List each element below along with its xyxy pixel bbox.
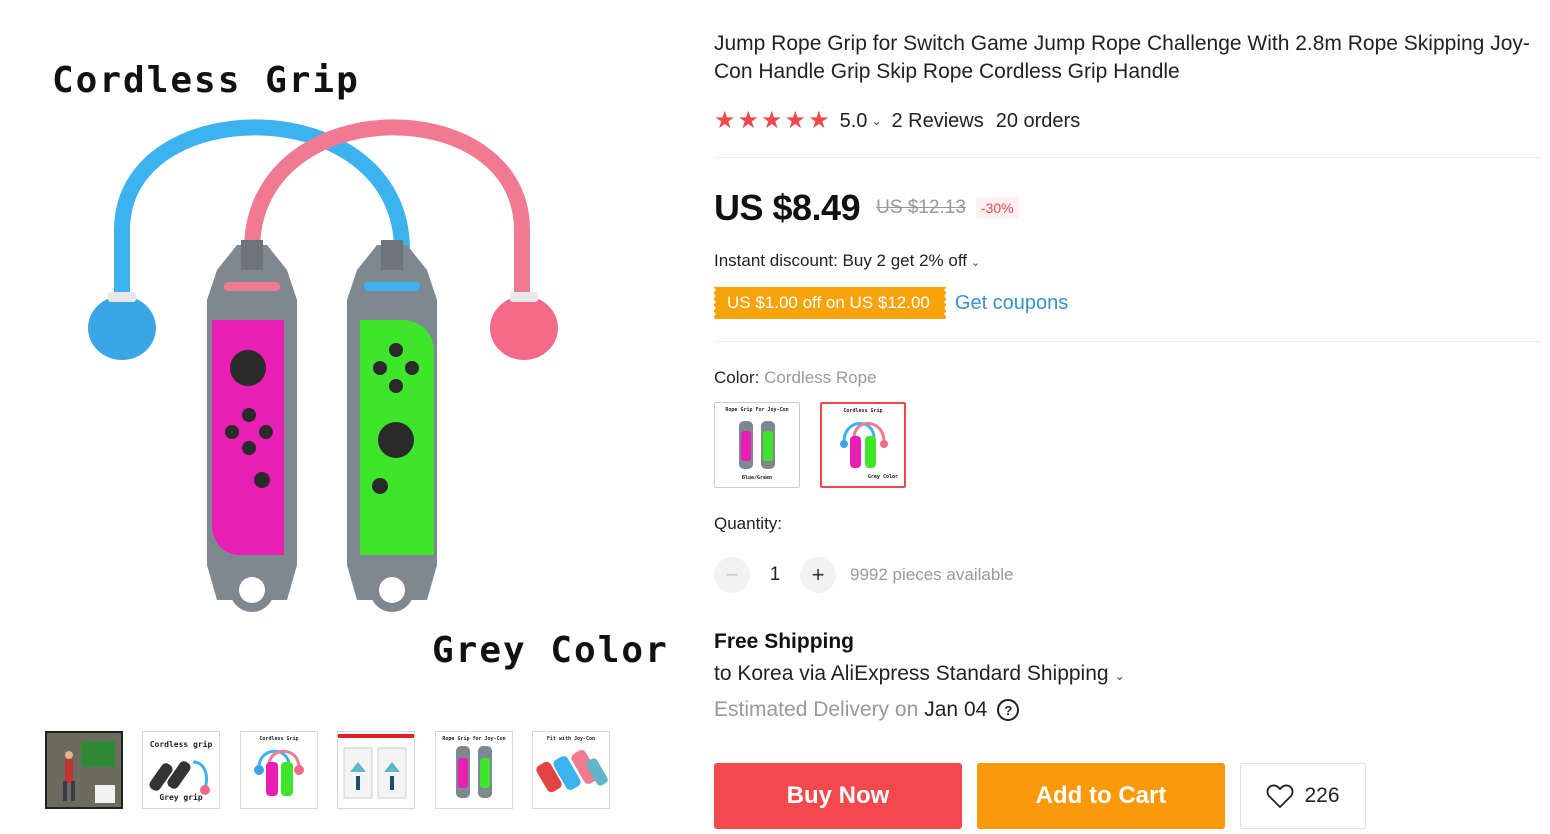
star-icon: ★ <box>714 107 736 134</box>
thumbnail-2-caption-bottom: Grey grip <box>159 793 203 802</box>
chevron-down-icon: ⌄ <box>1114 669 1125 683</box>
color-label-text: Color: <box>714 368 760 387</box>
delivery-label: Estimated Delivery on <box>714 698 919 721</box>
image-bottom-text: Grey Color <box>432 630 669 671</box>
quantity-decrease-button[interactable]: − <box>714 557 750 593</box>
discount-badge: -30% <box>975 197 1019 219</box>
current-price: US $8.49 <box>714 187 861 228</box>
rating-value[interactable]: 5.0 <box>840 110 868 133</box>
wishlist-button[interactable]: 226 <box>1240 763 1366 829</box>
star-icon: ★ <box>784 107 807 134</box>
instant-discount-text: Instant discount: Buy 2 get 2% off <box>714 251 967 270</box>
thumbnail-3-image <box>254 749 304 796</box>
reviews-link[interactable]: 2 Reviews <box>891 110 983 133</box>
product-details: Jump Rope Grip for Switch Game Jump Rope… <box>712 30 1540 829</box>
thumbnail-4-image <box>338 734 414 799</box>
quantity-input[interactable]: 1 <box>750 564 800 586</box>
quantity-stepper: − 1 + 9992 pieces available <box>714 557 1014 593</box>
free-shipping-title: Free Shipping <box>714 630 855 653</box>
thumbnail-2[interactable]: Cordless grip Grey grip <box>142 731 220 809</box>
product-title: Jump Rope Grip for Switch Game Jump Rope… <box>714 32 1530 83</box>
instant-discount[interactable]: Instant discount: Buy 2 get 2% off ⌄ <box>714 251 980 271</box>
thumbnail-1-image <box>47 733 121 807</box>
thumbnail-5[interactable]: Rope Grip for Joy-Con <box>435 731 513 809</box>
quantity-increase-button[interactable]: + <box>800 557 836 593</box>
shipping-destination-text: to Korea via AliExpress Standard Shippin… <box>714 662 1109 685</box>
orders-count: 20 orders <box>995 109 1081 132</box>
buy-now-button[interactable]: Buy Now <box>714 763 962 829</box>
star-icon: ★ <box>737 107 760 134</box>
help-icon[interactable]: ? <box>997 699 1020 721</box>
color-selected-value: Cordless Rope <box>764 368 877 387</box>
swatch-caption-bottom: Grey Color <box>867 474 898 480</box>
add-to-cart-button[interactable]: Add to Cart <box>977 763 1225 829</box>
divider <box>714 157 1540 158</box>
estimated-delivery: Estimated Delivery on Jan 04 ? <box>714 698 1020 722</box>
thumbnail-4[interactable] <box>337 731 415 809</box>
shipping-destination[interactable]: to Korea via AliExpress Standard Shippin… <box>714 662 1125 686</box>
get-coupons-link[interactable]: Get coupons <box>955 292 1068 315</box>
quantity-label: Quantity: <box>714 514 783 533</box>
coupon-notch <box>712 287 716 319</box>
coupon-tag[interactable]: US $1.00 off on US $12.00 <box>712 287 948 319</box>
color-swatch-blue-green[interactable]: Rope Grip For Joy-Con Blue/Green <box>714 402 800 488</box>
original-price: US $12.13 <box>876 197 966 218</box>
coupon-row: US $1.00 off on US $12.00 Get coupons <box>712 287 1068 319</box>
thumbnail-5-image <box>456 746 492 798</box>
rating-row: ★ ★ ★ ★ ★ 5.0 ⌄ 2 Reviews 20 orders <box>714 106 1080 136</box>
product-main-image[interactable]: Cordless Grip Grey Color <box>22 20 672 710</box>
star-icon: ★ <box>808 107 830 134</box>
stock-available: 9992 pieces available <box>850 565 1014 584</box>
chevron-down-icon[interactable]: ⌄ <box>871 114 881 128</box>
chevron-down-icon: ⌄ <box>970 257 981 269</box>
thumbnail-3[interactable]: Cordless Grip <box>240 731 318 809</box>
star-icon: ★ <box>761 107 783 134</box>
color-swatch-cordless-rope[interactable]: Cordless Grip Grey Color <box>820 402 906 488</box>
coupon-text: US $1.00 off on US $12.00 <box>727 293 930 312</box>
price-row: US $8.49 US $12.13 -30% <box>714 187 1019 228</box>
thumbnail-1[interactable] <box>45 731 123 809</box>
wishlist-count: 226 <box>1304 784 1340 807</box>
color-label: Color: Cordless Rope <box>714 368 877 388</box>
thumbnail-6-image <box>536 750 608 793</box>
heart-icon <box>1267 784 1294 809</box>
divider <box>714 341 1540 342</box>
delivery-date: Jan 04 <box>924 698 988 721</box>
coupon-notch <box>943 287 948 319</box>
thumbnail-6[interactable]: Fit with Joy-Con <box>532 731 610 809</box>
jump-rope-grip-illustration <box>88 119 558 612</box>
swatch-caption-bottom: Blue/Green <box>741 475 773 481</box>
